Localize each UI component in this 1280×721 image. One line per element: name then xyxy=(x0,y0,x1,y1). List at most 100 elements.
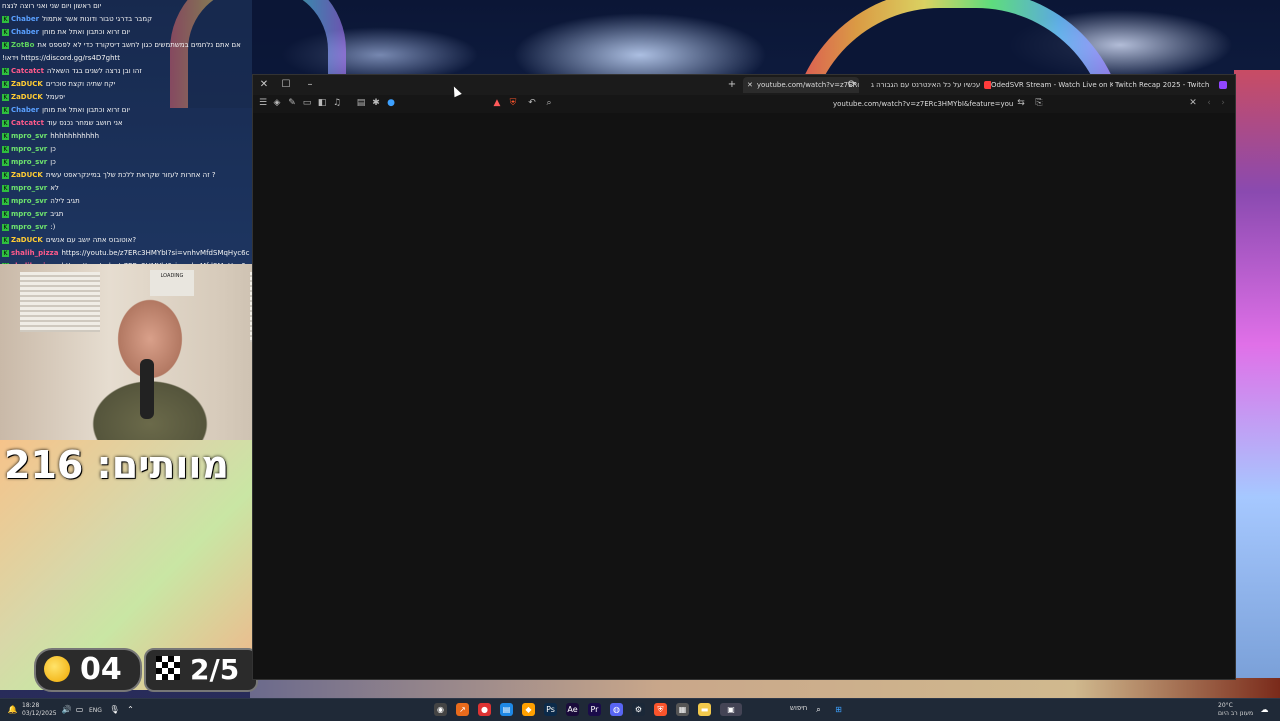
page-content[interactable] xyxy=(253,113,1235,679)
chat-username[interactable]: mpro_svr xyxy=(11,223,47,231)
chat-badge-icon: K xyxy=(2,41,9,49)
maximize-window-icon[interactable]: ☐ xyxy=(279,78,293,92)
chat-username[interactable]: ZaDUCK xyxy=(11,171,43,179)
undo-icon[interactable]: ↶ xyxy=(526,97,538,109)
notifications-icon[interactable]: 🔔 xyxy=(6,703,19,716)
bookmark-icon[interactable]: ⎘ xyxy=(1033,97,1045,109)
close-tab-icon[interactable]: ✕ xyxy=(747,81,753,89)
chat-text: יום זרוא וכתבון ואתל את מוחן xyxy=(42,28,130,36)
tabs-icon[interactable]: ▭ xyxy=(301,97,313,109)
weather-icon[interactable]: ☁ xyxy=(1258,703,1271,716)
chat-badge-icon: K xyxy=(2,15,9,23)
display-icon[interactable]: ▭ xyxy=(73,703,86,716)
checkered-flag-icon xyxy=(156,656,180,680)
chat-badge-icon: K xyxy=(2,158,9,166)
chat-username[interactable]: mpro_svr xyxy=(11,145,47,153)
coin-counter: 04 xyxy=(34,648,142,692)
chat-message: Kmpro_svr hhhhhhhhhhh xyxy=(0,130,252,143)
chat-username[interactable]: shalih_pizza xyxy=(11,249,58,257)
tab-kick-stream[interactable]: OdedSVR Stream - Watch Live on Ki xyxy=(987,77,1113,93)
back-icon[interactable]: ‹ xyxy=(1203,97,1215,109)
after-effects-icon[interactable]: Ae xyxy=(566,703,579,716)
menu-icon[interactable]: ☰ xyxy=(257,97,269,109)
chat-username[interactable]: Catcatct xyxy=(11,67,44,75)
store-icon[interactable]: ▦ xyxy=(676,703,689,716)
chat-badge-icon: K xyxy=(2,67,9,75)
start-icon[interactable]: ⊞ xyxy=(832,703,845,716)
taskbar-search[interactable]: חיפוש xyxy=(790,704,807,712)
chat-username[interactable]: mpro_svr xyxy=(11,132,47,140)
mic-icon[interactable]: 🎙 xyxy=(108,703,121,716)
file-explorer-icon[interactable]: ▬ xyxy=(698,703,711,716)
tab-twitch-recap[interactable]: Twitch Recap 2025 - Twitch xyxy=(1111,77,1219,93)
app-icon-2[interactable]: ↗ xyxy=(456,703,469,716)
chat-badge-icon: K xyxy=(2,145,9,153)
warning-icon[interactable]: ▲ xyxy=(491,97,503,109)
chat-username[interactable]: mpro_svr xyxy=(11,210,47,218)
app-icon-5[interactable]: ◆ xyxy=(522,703,535,716)
weather-temp: 20°C xyxy=(1218,702,1233,709)
chat-text: כן xyxy=(50,145,56,153)
steam-icon[interactable]: ⚙ xyxy=(632,703,645,716)
chat-username[interactable]: mpro_svr xyxy=(11,158,47,166)
app-icon-3[interactable]: ● xyxy=(478,703,491,716)
tab-news[interactable]: עכשיו על כל האינטרנט עם הגבורה ג xyxy=(867,77,991,93)
chat-badge-icon: K xyxy=(2,93,9,101)
search-icon[interactable]: ⌕ xyxy=(543,97,555,109)
new-tab-icon[interactable]: + xyxy=(725,78,739,92)
chat-text: זה אחרות לעזור שקראת ללכת שלך במיינקראפט… xyxy=(45,171,216,179)
extensions-icon[interactable]: ✱ xyxy=(370,97,382,109)
reload-tab-icon[interactable]: ⟳ xyxy=(845,78,859,92)
tab-youtube[interactable]: ✕youtube.com/watch?v=z7ERc3HM xyxy=(743,77,859,93)
chat-text: לא xyxy=(50,184,59,192)
chat-text: אני חושב שמחר נכנס עוד xyxy=(46,119,123,127)
chat-username[interactable]: ZaDUCK xyxy=(11,236,43,244)
address-bar[interactable]: youtube.com/watch?v=z7ERc3HMYbI&feature=… xyxy=(833,98,1013,110)
chat-text: כן xyxy=(50,158,56,166)
chat-username[interactable]: Chaber xyxy=(11,106,39,114)
language-indicator[interactable]: ENG xyxy=(89,707,102,714)
app-icon-4[interactable]: ▤ xyxy=(500,703,513,716)
close-bar-icon[interactable]: ✕ xyxy=(1187,97,1199,109)
chat-badge-icon: K xyxy=(2,249,9,257)
chat-badge-icon: K xyxy=(2,119,9,127)
reader-icon[interactable]: ▤ xyxy=(355,97,367,109)
app-icon-6[interactable]: ▣ xyxy=(720,703,742,716)
chat-message: K Catcatct אני חושב שמחר נכנס עוד xyxy=(0,117,252,130)
chat-username[interactable]: Catcatct xyxy=(11,119,44,127)
discord-icon[interactable]: ◍ xyxy=(610,703,623,716)
chat-badge-icon: K xyxy=(2,184,9,192)
brave-icon[interactable]: ⛨ xyxy=(654,703,667,716)
volume-icon[interactable]: 🔊 xyxy=(60,703,73,716)
tray-overflow-icon[interactable]: ⌃ xyxy=(124,703,137,716)
pin-icon[interactable]: ✎ xyxy=(286,97,298,109)
chat-username[interactable]: ZaDUCK xyxy=(11,93,43,101)
chat-badge-icon: K xyxy=(2,171,9,179)
profile-icon[interactable]: ● xyxy=(385,97,397,109)
premiere-icon[interactable]: Pr xyxy=(588,703,601,716)
photoshop-icon[interactable]: Ps xyxy=(544,703,557,716)
search-icon[interactable]: ⌕ xyxy=(812,703,825,716)
sidebar-icon[interactable]: ◧ xyxy=(316,97,328,109)
translate-icon[interactable]: ⇆ xyxy=(1015,97,1027,109)
chat-message: Kshalih_pizzahttps://youtu.be/z7ERc3HMYb… xyxy=(0,247,252,260)
chat-username[interactable]: Chaber xyxy=(11,15,39,23)
minimize-window-icon[interactable]: – xyxy=(303,78,317,92)
chat-username[interactable]: Chaber xyxy=(11,28,39,36)
chat-badge-icon: K xyxy=(2,80,9,88)
browser-window: ✕ ☐ – + ✕youtube.com/watch?v=z7ERc3HM ⟳ … xyxy=(252,74,1236,680)
chat-message: !וידאו https://discord.gg/rs4D7ghtt xyxy=(0,52,252,65)
app-icon-1[interactable]: ◉ xyxy=(434,703,447,716)
chat-message: K ZaDUCK אוטובוס אתה יושב עם אנשים? xyxy=(0,234,252,247)
chat-username[interactable]: ZotBo xyxy=(11,41,34,49)
shield-icon[interactable]: ◈ xyxy=(271,97,283,109)
forward-icon[interactable]: › xyxy=(1217,97,1229,109)
chat-username[interactable]: ZaDUCK xyxy=(11,80,43,88)
chat-message: K ZotBo אם אתם נלחמים במשתמשים כגון לחשב ד… xyxy=(0,39,252,52)
chat-username[interactable]: mpro_svr xyxy=(11,197,47,205)
wall-sign: LOADING xyxy=(150,270,194,296)
chat-username[interactable]: mpro_svr xyxy=(11,184,47,192)
close-window-icon[interactable]: ✕ xyxy=(257,78,271,92)
music-icon[interactable]: ♫ xyxy=(331,97,343,109)
brave-shield-icon[interactable]: ⛨ xyxy=(507,97,519,109)
